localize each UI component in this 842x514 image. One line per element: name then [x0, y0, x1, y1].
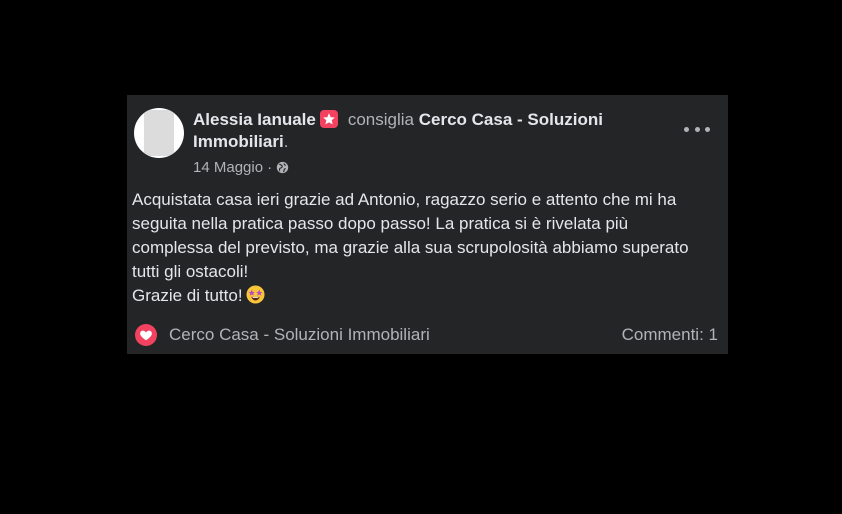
globe-icon — [276, 161, 289, 174]
page-suffix: . — [283, 132, 289, 151]
comments-count-link[interactable]: Commenti: 1 — [622, 325, 718, 345]
avatar-blurred-photo — [144, 110, 174, 156]
author-name-link[interactable]: Alessia Ianuale — [193, 110, 316, 129]
more-options-icon[interactable] — [684, 120, 710, 138]
post-header: Alessia Ianuale consiglia Cerco Casa - So… — [193, 109, 653, 153]
recommends-text: consiglia — [347, 110, 414, 129]
post-date-link[interactable]: 14 Maggio — [193, 159, 263, 176]
footer-page-recommendation: Cerco Casa - Soluzioni Immobiliari — [135, 324, 430, 346]
footer-page-name[interactable]: Cerco Casa - Soluzioni Immobiliari — [169, 325, 430, 345]
post-footer: Cerco Casa - Soluzioni Immobiliari Comme… — [135, 324, 718, 346]
post-body-closing-text: Grazie di tutto! — [132, 286, 243, 305]
author-avatar[interactable] — [134, 108, 184, 158]
heart-icon[interactable] — [135, 324, 157, 346]
post-body-paragraph: Acquistata casa ieri grazie ad Antonio, … — [132, 190, 689, 281]
post-body: Acquistata casa ieri grazie ad Antonio, … — [132, 188, 712, 308]
post-body-closing: Grazie di tutto! — [132, 284, 712, 308]
post-meta: 14 Maggio · — [193, 159, 289, 176]
star-struck-emoji-icon — [246, 285, 265, 304]
review-post-card: Alessia Ianuale consiglia Cerco Casa - So… — [127, 95, 728, 354]
meta-separator: · — [267, 159, 273, 176]
star-badge-icon — [319, 110, 338, 128]
